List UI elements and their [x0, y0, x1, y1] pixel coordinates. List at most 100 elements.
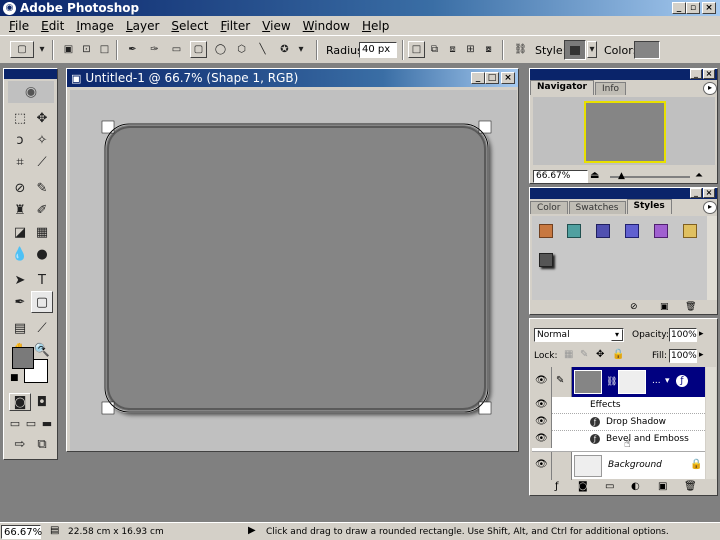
document-title-bar[interactable]: ▣ Untitled-1 @ 66.7% (Shape 1, RGB) _ □ … — [67, 69, 518, 87]
new-shape-area-icon[interactable]: □ — [408, 41, 425, 58]
effect-row-bevel-emboss[interactable]: 👁 ƒ Bevel and Emboss ☝ — [532, 431, 705, 450]
minimize-icon[interactable]: _ — [672, 2, 686, 14]
marquee-icon[interactable]: ⬚ — [9, 107, 31, 129]
lock-all-icon[interactable]: 🔒 — [612, 349, 624, 360]
style-swatch-blue[interactable] — [619, 218, 645, 244]
ellipse-icon[interactable]: ◯ — [212, 41, 229, 58]
tab-color[interactable]: Color — [530, 201, 568, 214]
add-layer-style-icon[interactable]: ƒ — [555, 481, 559, 492]
menu-edit[interactable]: Edit — [35, 19, 70, 33]
brush-link-icon[interactable]: ✎ — [552, 367, 572, 397]
gradient-icon[interactable]: ▦ — [31, 221, 53, 243]
custom-shape-icon[interactable]: ✪ — [276, 41, 293, 58]
style-swatch-gold[interactable] — [677, 218, 703, 244]
menu-layer[interactable]: Layer — [120, 19, 165, 33]
lock-image-icon[interactable]: ✎ — [580, 349, 588, 360]
layer-row-background[interactable]: 👁 Background 🔒 — [532, 451, 705, 480]
standard-mode-icon[interactable]: ◙ — [9, 393, 31, 411]
color-swatch[interactable] — [634, 41, 660, 59]
delete-style-icon[interactable]: 🗑 — [685, 302, 696, 312]
foreground-color-swatch-top[interactable] — [12, 347, 34, 369]
chevron-down-icon[interactable]: ▾ — [611, 329, 623, 341]
swap-colors-icon[interactable]: ↷ — [38, 345, 46, 355]
delete-layer-icon[interactable]: 🗑 — [684, 481, 697, 492]
close-icon[interactable]: × — [703, 188, 715, 198]
pen-icon[interactable]: ✒ — [124, 41, 141, 58]
layers-scrollbar[interactable] — [706, 367, 716, 479]
layer-row-shape-1[interactable]: 👁 ✎ ⛓ ... ▾ ƒ — [532, 367, 705, 397]
history-brush-icon[interactable]: ✐ — [31, 199, 53, 221]
default-colors-icon[interactable]: ■ — [10, 373, 19, 383]
tab-styles[interactable]: Styles — [626, 199, 672, 214]
tool-preset-picker[interactable]: ▢ — [10, 41, 34, 58]
style-swatch-teal[interactable] — [561, 218, 587, 244]
visibility-eye-icon[interactable]: 👁 — [532, 367, 552, 397]
chain-link-icon[interactable]: ⛓ — [606, 377, 617, 387]
chevron-down-icon[interactable]: ▾ — [587, 41, 597, 58]
move-icon[interactable]: ✥ — [31, 107, 53, 129]
close-icon[interactable]: × — [501, 72, 515, 84]
dodge-icon[interactable]: ● — [31, 243, 53, 265]
background-thumbnail[interactable] — [574, 455, 602, 477]
eyedropper-icon[interactable]: ⟋ — [31, 317, 53, 339]
style-swatch-star-blue[interactable] — [590, 218, 616, 244]
rounded-rectangle-shape[interactable] — [70, 90, 517, 451]
new-layer-icon[interactable]: ▣ — [658, 481, 667, 492]
panel-menu-icon[interactable]: ▸ — [703, 201, 717, 214]
vector-mask-thumbnail[interactable] — [618, 370, 646, 394]
view-box[interactable] — [584, 101, 666, 163]
navigator-panel-header[interactable]: _ × — [530, 69, 717, 80]
slice-icon[interactable]: ⟋ — [31, 151, 53, 173]
eye-icon[interactable]: 👁 — [535, 459, 548, 470]
rounded-rectangle-tool-icon[interactable]: ▢ — [31, 291, 53, 313]
fill-slider-icon[interactable]: ▸ — [699, 350, 704, 360]
close-icon[interactable]: × — [702, 2, 716, 14]
navigator-preview[interactable] — [533, 97, 715, 165]
line-icon[interactable]: ╲ — [254, 41, 271, 58]
menu-file[interactable]: File — [3, 19, 35, 33]
opacity-input[interactable]: 100% — [669, 328, 697, 342]
healing-brush-icon[interactable]: ⊘ — [9, 177, 31, 199]
eye-icon[interactable]: 👁 — [535, 416, 548, 427]
minimize-icon[interactable]: _ — [690, 69, 702, 79]
zoom-in-icon[interactable]: ⏶ — [695, 170, 703, 181]
style-swatch[interactable] — [564, 40, 586, 60]
toolbox-header[interactable] — [4, 69, 57, 79]
magic-wand-icon[interactable]: ✧ — [31, 129, 53, 151]
fill-pixels-icon[interactable]: □ — [96, 41, 113, 58]
tab-info[interactable]: Info — [595, 82, 627, 95]
screen-mode-full-menu-icon[interactable]: ▭ — [23, 415, 39, 431]
expand-effects-icon[interactable]: ▾ — [665, 376, 670, 386]
notes-icon[interactable]: ▤ — [9, 317, 31, 339]
adobe-online-icon[interactable]: ◉ — [8, 81, 54, 103]
zoom-out-icon[interactable]: ⏏ — [590, 170, 599, 181]
chevron-down-icon[interactable]: ▾ — [296, 41, 306, 58]
restore-icon[interactable]: ▫ — [686, 2, 700, 14]
menu-view[interactable]: View — [256, 19, 296, 33]
menu-select[interactable]: Select — [165, 19, 214, 33]
minimize-icon[interactable]: _ — [471, 72, 485, 84]
exclude-shape-area-icon[interactable]: ⧇ — [480, 41, 497, 58]
effect-row-drop-shadow[interactable]: 👁 ƒ Drop Shadow — [532, 414, 705, 431]
minimize-icon[interactable]: _ — [690, 188, 702, 198]
shape-layers-icon[interactable]: ▣ — [60, 41, 77, 58]
eye-icon[interactable]: 👁 — [535, 433, 548, 444]
imageready-icon[interactable]: ⧉ — [31, 435, 53, 453]
styles-scrollbar[interactable] — [707, 216, 717, 300]
status-zoom-field[interactable]: 66.67% — [1, 525, 42, 539]
path-selection-icon[interactable]: ➤ — [9, 269, 31, 291]
styles-panel-header[interactable]: _ × — [530, 188, 717, 199]
crop-icon[interactable]: ⌗ — [9, 151, 31, 173]
layer-effects-icon[interactable]: ƒ — [676, 375, 688, 387]
new-style-icon[interactable]: ▣ — [660, 302, 669, 312]
blur-icon[interactable]: 💧 — [9, 243, 31, 265]
type-icon[interactable]: T — [31, 269, 53, 291]
polygon-icon[interactable]: ⬡ — [233, 41, 250, 58]
fill-input[interactable]: 100% — [669, 349, 697, 363]
zoom-slider-thumb[interactable]: ▲ — [618, 171, 625, 181]
menu-filter[interactable]: Filter — [214, 19, 256, 33]
link-icon[interactable]: ⛓ — [512, 41, 529, 58]
status-arrow-icon[interactable]: ▶ — [248, 525, 256, 536]
effects-row[interactable]: 👁 Effects — [532, 397, 705, 414]
style-swatch-shadow[interactable] — [533, 247, 559, 273]
